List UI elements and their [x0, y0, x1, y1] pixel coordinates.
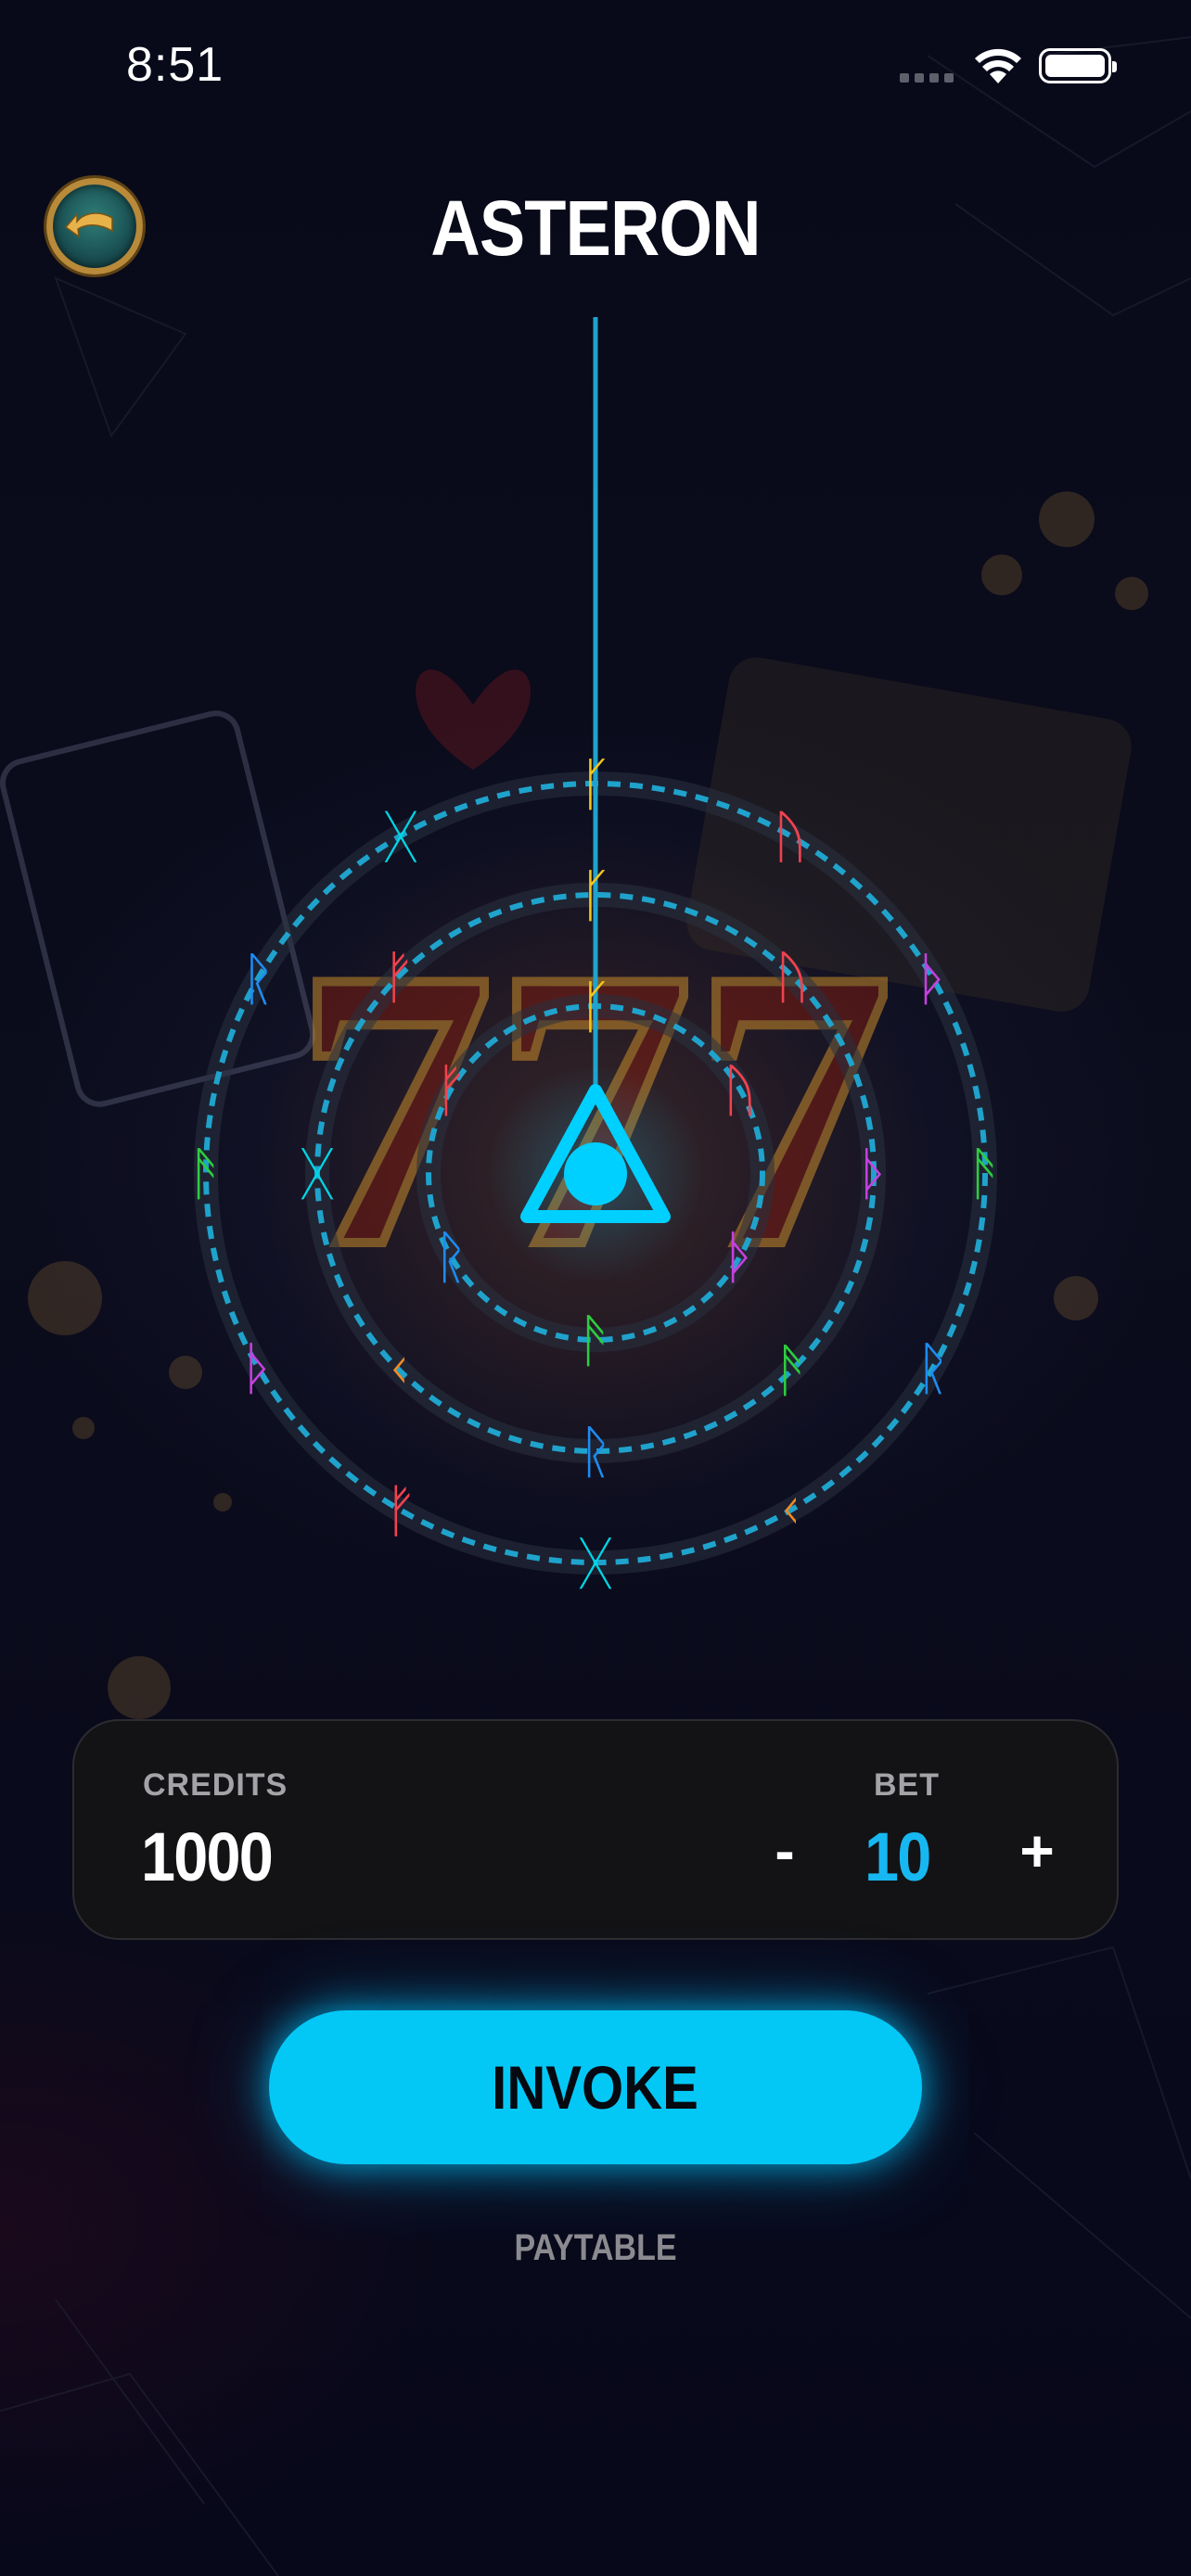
rune-symbol: ᚠ [433, 1056, 467, 1124]
cellular-signal-icon [900, 70, 959, 87]
triangle-eye-icon [484, 1062, 707, 1284]
rune-symbol: ᚴ [578, 861, 612, 929]
wifi-icon [975, 48, 1021, 83]
battery-icon [1039, 48, 1117, 83]
page-title: ASTERON [430, 185, 761, 272]
rune-symbol: ᚷ [300, 1140, 334, 1207]
rune-symbol: ᚢ [723, 1056, 757, 1124]
rune-symbol: ᚫ [775, 1336, 809, 1404]
bet-decrease-button[interactable]: - [749, 1814, 820, 1888]
rune-symbol: ᚲ [381, 1336, 416, 1404]
rune-symbol: ᚠ [383, 1477, 417, 1545]
rune-symbol: ᚱ [241, 945, 275, 1013]
rune-symbol: ᚱ [433, 1223, 467, 1291]
rune-symbol: ᚫ [967, 1140, 1002, 1207]
paytable-link[interactable]: PAYTABLE [0, 2227, 1191, 2269]
paytable-label: PAYTABLE [514, 2227, 677, 2268]
rune-symbol: ᚦ [856, 1140, 890, 1207]
credits-bet-panel: CREDITS 1000 BET - 10 + [72, 1719, 1119, 1940]
rune-symbol: ᚷ [578, 1529, 612, 1597]
invoke-label: INVOKE [492, 2053, 699, 2122]
rune-wheel[interactable]: 777 ᚴᚢᚦᚫᚱᚲᚷᚠᚦᚫᚱᚷᚴᚢᚦᚫᚱᚲᚷᚠᚴᚢᚦᚫᚱᚠ [0, 306, 1191, 1604]
rune-symbol: ᚷ [383, 802, 417, 870]
credits-value: 1000 [141, 1818, 274, 1895]
rune-symbol: ᚦ [241, 1334, 275, 1402]
rune-symbol: ᚲ [773, 1477, 807, 1545]
rune-symbol: ᚢ [773, 802, 807, 870]
rune-symbol: ᚦ [916, 945, 950, 1013]
bet-label: BET [874, 1767, 940, 1803]
status-bar: 8:51 [0, 0, 1191, 130]
bet-value: 10 [864, 1818, 931, 1895]
rune-symbol: ᚠ [381, 943, 416, 1011]
bet-increase-button[interactable]: + [1002, 1814, 1072, 1888]
rune-symbol: ᚢ [775, 943, 809, 1011]
credits-label: CREDITS [143, 1767, 288, 1803]
rune-symbol: ᚴ [578, 750, 612, 818]
rune-symbol: ᚦ [723, 1223, 757, 1291]
invoke-button[interactable]: INVOKE [269, 2010, 922, 2164]
status-time: 8:51 [126, 38, 224, 92]
rune-symbol: ᚫ [578, 1307, 612, 1374]
rune-symbol: ᚫ [188, 1140, 223, 1207]
rune-symbol: ᚴ [578, 973, 612, 1040]
rune-symbol: ᚱ [916, 1334, 950, 1402]
rune-symbol: ᚱ [578, 1418, 612, 1486]
